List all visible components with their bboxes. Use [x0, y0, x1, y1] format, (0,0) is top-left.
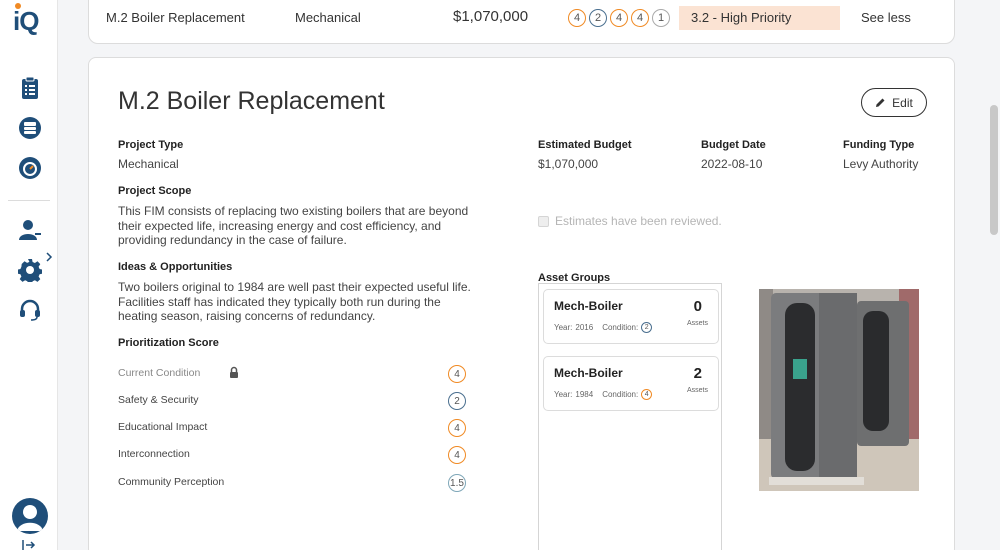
funding-type-value: Levy Authority: [843, 157, 919, 171]
avatar[interactable]: [12, 498, 48, 534]
condition-badge: 2: [641, 322, 653, 333]
score-row-community: Community Perception 1.5: [118, 474, 468, 492]
asset-group-meta: Year: 1984 Condition: 4: [554, 389, 653, 400]
budget-value: $1,070,000: [538, 157, 599, 171]
user-edit-icon[interactable]: [17, 217, 43, 243]
project-row-name: M.2 Boiler Replacement: [106, 10, 245, 25]
score-label: Educational Impact: [118, 421, 208, 433]
headset-icon[interactable]: [17, 297, 43, 323]
clipboard-list-icon[interactable]: [17, 75, 43, 101]
gear-icon[interactable]: [17, 257, 43, 283]
score-badge: 4: [568, 9, 586, 27]
condition-badge: 4: [641, 389, 653, 400]
asset-count-label: Assets: [686, 320, 708, 327]
project-detail-card: M.2 Boiler Replacement Edit Project Type…: [88, 57, 955, 550]
priority-badge: 3.2 - High Priority: [679, 6, 840, 30]
score-label: Safety & Security: [118, 394, 199, 406]
score-row-current-condition: Current Condition 4: [118, 365, 468, 383]
score-circle: 1.5: [448, 474, 466, 492]
asset-group-card[interactable]: Mech-Boiler Year: 1984 Condition: 4 2 Ass…: [543, 356, 719, 411]
ideas-text: Two boilers original to 1984 are well pa…: [118, 280, 471, 323]
score-circle: 4: [448, 365, 466, 383]
sidebar: iQ: [0, 0, 58, 550]
scrollbar[interactable]: [988, 0, 1000, 550]
scrollbar-thumb[interactable]: [990, 105, 998, 235]
score-circle: 4: [448, 446, 466, 464]
score-label: Community Perception: [118, 476, 225, 488]
asset-group-name: Mech-Boiler: [554, 366, 623, 380]
project-row-budget: $1,070,000: [453, 8, 529, 25]
estimates-reviewed-checkbox[interactable]: [538, 216, 549, 227]
score-row-educational: Educational Impact 4: [118, 419, 468, 437]
score-row-interconnection: Interconnection 4: [118, 446, 468, 464]
estimates-reviewed-label: Estimates have been reviewed.: [555, 214, 722, 228]
score-circle: 2: [448, 392, 466, 410]
boiler-photo: [759, 289, 919, 491]
server-list-icon[interactable]: [17, 115, 43, 141]
project-type-value: Mechanical: [118, 157, 179, 171]
gauge-icon[interactable]: [17, 155, 43, 181]
score-badge: 4: [631, 9, 649, 27]
score-label: Current Condition: [118, 367, 201, 379]
score-row-safety: Safety & Security 2: [118, 392, 468, 410]
project-scope-label: Project Scope: [118, 185, 192, 197]
score-badge: 4: [610, 9, 628, 27]
budget-date-label: Budget Date: [701, 139, 766, 151]
score-badge: 1: [652, 9, 670, 27]
lock-icon: [229, 366, 239, 379]
page-title: M.2 Boiler Replacement: [118, 87, 385, 115]
project-type-label: Project Type: [118, 139, 184, 151]
asset-count: 0: [693, 298, 702, 315]
budget-label: Estimated Budget: [538, 139, 632, 151]
score-label: Interconnection: [118, 448, 190, 460]
asset-groups-panel: Mech-Boiler Year: 2016 Condition: 2 0 Ass…: [538, 283, 722, 550]
sidebar-divider: [8, 200, 50, 201]
edit-button[interactable]: Edit: [861, 88, 927, 117]
project-row-type: Mechanical: [295, 10, 361, 25]
edit-button-label: Edit: [892, 95, 913, 110]
chevron-right-icon[interactable]: [44, 250, 54, 262]
funding-type-label: Funding Type: [843, 139, 915, 151]
asset-count-label: Assets: [686, 387, 708, 394]
score-circle: 4: [448, 419, 466, 437]
project-scope-text: This FIM consists of replacing two exist…: [118, 204, 469, 247]
logout-icon[interactable]: [22, 538, 36, 550]
budget-date-value: 2022-08-10: [701, 157, 763, 171]
app-logo: iQ: [13, 6, 39, 36]
score-badge: 2: [589, 9, 607, 27]
asset-count: 2: [693, 365, 702, 382]
asset-group-meta: Year: 2016 Condition: 2: [554, 322, 653, 333]
prioritization-label: Prioritization Score: [118, 337, 219, 349]
asset-group-name: Mech-Boiler: [554, 299, 623, 313]
asset-group-card[interactable]: Mech-Boiler Year: 2016 Condition: 2 0 Ass…: [543, 289, 719, 344]
ideas-label: Ideas & Opportunities: [118, 261, 233, 273]
project-summary-row[interactable]: M.2 Boiler Replacement Mechanical $1,070…: [88, 0, 955, 44]
pencil-icon: [876, 98, 885, 107]
project-row-scores: 4 2 4 4 1: [568, 9, 670, 27]
see-less-link[interactable]: See less: [861, 10, 911, 25]
